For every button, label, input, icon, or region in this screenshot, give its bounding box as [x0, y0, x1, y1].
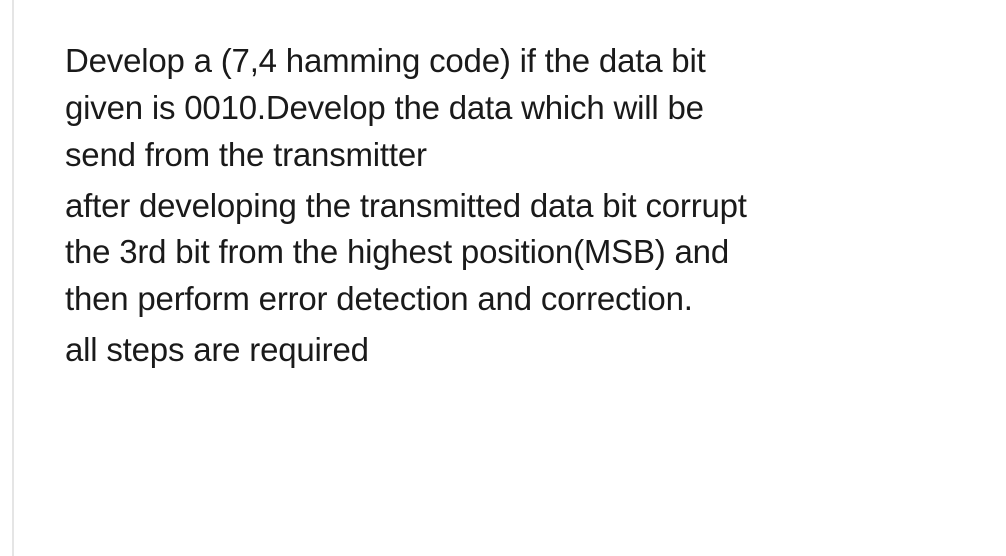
text-line: the 3rd bit from the highest position(MS… — [65, 233, 729, 270]
question-content: Develop a (7,4 hamming code) if the data… — [0, 0, 940, 374]
text-line: then perform error detection and correct… — [65, 280, 693, 317]
text-line: all steps are required — [65, 331, 369, 368]
question-paragraph-3: all steps are required — [65, 327, 940, 374]
text-line: send from the transmitter — [65, 136, 427, 173]
text-line: after developing the transmitted data bi… — [65, 187, 747, 224]
question-paragraph-2: after developing the transmitted data bi… — [65, 183, 940, 324]
question-paragraph-1: Develop a (7,4 hamming code) if the data… — [65, 38, 940, 179]
text-line: given is 0010.Develop the data which wil… — [65, 89, 704, 126]
text-line: Develop a (7,4 hamming code) if the data… — [65, 42, 706, 79]
left-border — [12, 0, 14, 556]
